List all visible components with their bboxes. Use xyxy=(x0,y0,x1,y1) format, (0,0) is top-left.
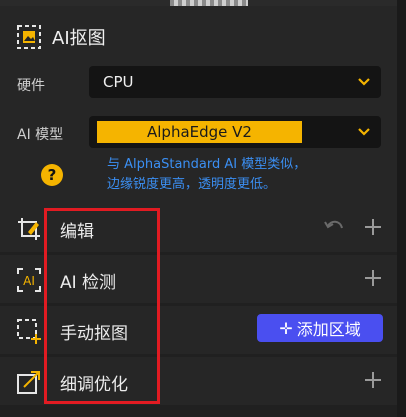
description-line: 边缘锐度更高，透明度更低。 xyxy=(107,177,277,192)
undo-icon[interactable] xyxy=(323,217,345,237)
help-icon[interactable]: ? xyxy=(41,164,63,186)
model-value: AlphaEdge V2 xyxy=(97,121,302,143)
hardware-label: 硬件 xyxy=(17,78,45,94)
section-refine[interactable]: 细调优化 xyxy=(0,357,397,405)
model-select[interactable]: AlphaEdge V2 xyxy=(89,116,381,148)
model-label: AI 模型 xyxy=(17,127,64,143)
hardware-value: CPU xyxy=(103,73,134,91)
refine-icon xyxy=(17,371,40,394)
chevron-down-icon xyxy=(358,78,370,86)
svg-text:AI: AI xyxy=(23,274,35,288)
panel-header: AI抠图 xyxy=(16,24,106,50)
add-icon[interactable] xyxy=(363,370,383,390)
chevron-down-icon xyxy=(358,128,370,136)
section-title: 细调优化 xyxy=(60,375,128,395)
scrollbar[interactable] xyxy=(397,0,406,417)
manual-select-icon xyxy=(17,319,41,344)
section-manual-cutout[interactable]: 手动抠图 ✛ 添加区域 xyxy=(0,306,397,354)
panel-title: AI抠图 xyxy=(52,28,106,49)
ai-cutout-panel: AI抠图 硬件 CPU AI 模型 AlphaEdge V2 ? 与 Alpha… xyxy=(0,6,397,204)
add-region-button[interactable]: ✛ 添加区域 xyxy=(257,314,383,342)
hardware-select[interactable]: CPU xyxy=(89,66,381,98)
section-title: 手动抠图 xyxy=(60,324,128,344)
description-line: 与 AlphaStandard AI 模型类似， xyxy=(107,157,307,172)
ai-detect-icon: AI xyxy=(17,268,41,292)
section-title: 编辑 xyxy=(60,222,94,242)
model-description: 与 AlphaStandard AI 模型类似， 边缘锐度更高，透明度更低。 xyxy=(107,155,306,195)
add-region-label: 添加区域 xyxy=(296,320,361,339)
section-ai-detect[interactable]: AI AI 检测 xyxy=(0,255,397,303)
section-edit[interactable]: 编辑 xyxy=(0,204,397,252)
crop-edit-icon xyxy=(18,218,40,240)
section-title: AI 检测 xyxy=(60,273,117,293)
add-icon[interactable] xyxy=(363,268,383,288)
crosshair-icon: ✛ xyxy=(279,318,293,338)
add-icon[interactable] xyxy=(363,217,383,237)
image-select-icon xyxy=(17,25,41,49)
